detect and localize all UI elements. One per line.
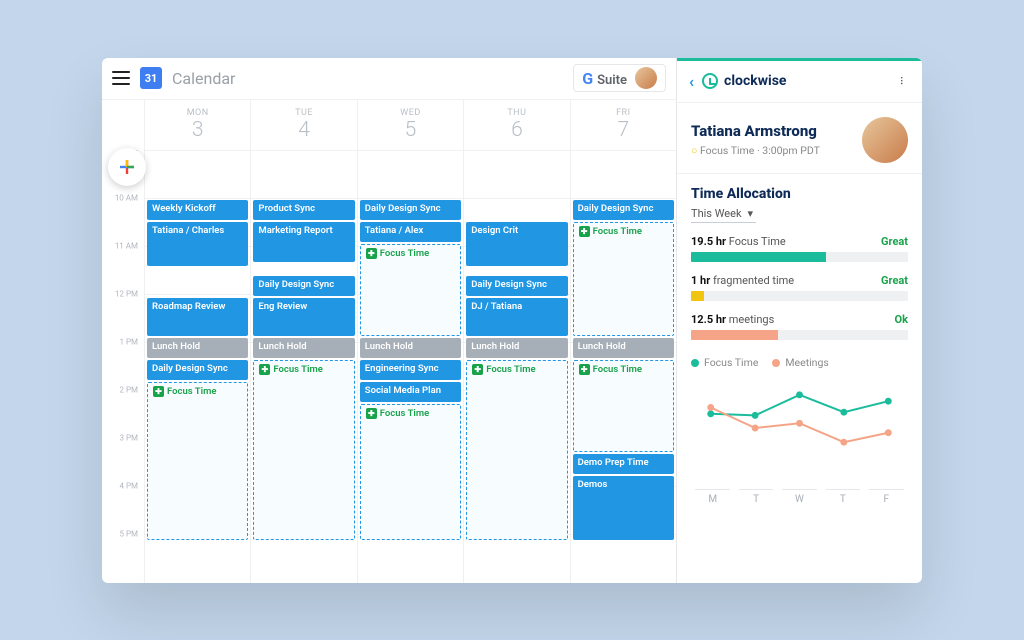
focus-time-block[interactable]: Focus Time (360, 244, 461, 336)
focus-time-block[interactable]: Focus Time (147, 382, 248, 540)
day-header-row: MON3TUE4WED5THU6FRI7 (102, 100, 676, 150)
calendar-body: MON3TUE4WED5THU6FRI7 9 AM10 AM11 AM12 PM… (102, 100, 676, 583)
focus-time-block[interactable]: Focus Time (253, 360, 354, 540)
clockwise-pane: ‹ clockwise … Tatiana Armstrong ○ Focus … (677, 58, 922, 583)
calendar-event[interactable]: Daily Design Sync (466, 276, 567, 296)
allocation-row: 19.5 hr Focus TimeGreat (691, 235, 908, 262)
calendar-event[interactable]: Eng Review (253, 298, 354, 336)
allocation-row: 12.5 hr meetingsOk (691, 313, 908, 340)
clockwise-logo: clockwise (702, 73, 786, 89)
calendar-event[interactable]: Demos (573, 476, 674, 540)
calendar-event[interactable]: Engineering Sync (360, 360, 461, 380)
kebab-menu-icon[interactable]: … (897, 76, 913, 86)
focus-time-block[interactable]: Focus Time (573, 222, 674, 336)
time-allocation-section: Time Allocation This Week ▾ 19.5 hr Focu… (677, 174, 922, 505)
day-column[interactable]: Product SyncMarketing Report Daily Design… (250, 150, 356, 583)
day-header[interactable]: TUE4 (250, 100, 356, 150)
time-gutter: 9 AM10 AM11 AM12 PM1 PM2 PM3 PM4 PM5 PM (102, 150, 144, 583)
allocation-row: 1 hr fragmented timeGreat (691, 274, 908, 301)
hour-label: 11 AM (115, 241, 138, 250)
calendar-event[interactable]: Design Crit (466, 222, 567, 266)
hour-label: 4 PM (119, 481, 138, 490)
user-avatar[interactable] (862, 117, 908, 163)
app-title: Calendar (172, 69, 235, 88)
focus-time-block[interactable]: Focus Time (360, 404, 461, 540)
day-column[interactable]: Design Crit Daily Design SyncDJ / Tatiana… (463, 150, 569, 583)
profile-block: Tatiana Armstrong ○ Focus Time · 3:00pm … (677, 103, 922, 174)
calendar-event[interactable]: Daily Design Sync (573, 200, 674, 220)
day-column[interactable]: Daily Design SyncFocus TimeLunch HoldFoc… (570, 150, 676, 583)
calendar-event[interactable]: Daily Design Sync (253, 276, 354, 296)
calendar-grid[interactable]: 9 AM10 AM11 AM12 PM1 PM2 PM3 PM4 PM5 PM … (102, 150, 676, 583)
user-status: ○ Focus Time · 3:00pm PDT (691, 144, 852, 157)
calendar-event[interactable]: Daily Design Sync (147, 360, 248, 380)
day-header[interactable]: FRI7 (570, 100, 676, 150)
gcal-icon: 31 (140, 67, 162, 89)
calendar-event[interactable]: Lunch Hold (147, 338, 248, 358)
avatar[interactable] (635, 67, 657, 89)
calendar-event[interactable]: Lunch Hold (360, 338, 461, 358)
day-column[interactable]: Weekly KickoffTatiana / Charles Roadmap R… (144, 150, 250, 583)
day-header[interactable]: WED5 (357, 100, 463, 150)
hour-label: 5 PM (119, 529, 138, 538)
hour-label: 3 PM (119, 433, 138, 442)
back-chevron-icon[interactable]: ‹ (689, 72, 694, 91)
calendar-pane: 31 Calendar G Suite MON3TUE4WED5THU6FRI7… (102, 58, 677, 583)
calendar-event[interactable]: Product Sync (253, 200, 354, 220)
create-event-fab[interactable] (108, 148, 146, 186)
calendar-event[interactable]: Social Media Plan (360, 382, 461, 402)
hour-label: 1 PM (119, 337, 138, 346)
user-name: Tatiana Armstrong (691, 122, 852, 140)
hour-label: 2 PM (119, 385, 138, 394)
clock-icon (702, 73, 718, 89)
day-column[interactable]: Daily Design SyncTatiana / AlexFocus Tim… (357, 150, 463, 583)
section-title: Time Allocation (691, 186, 908, 202)
calendar-event[interactable]: Roadmap Review (147, 298, 248, 336)
focus-time-block[interactable]: Focus Time (466, 360, 567, 540)
calendar-event[interactable]: DJ / Tatiana (466, 298, 567, 336)
calendar-event[interactable]: Marketing Report (253, 222, 354, 262)
gsuite-switcher[interactable]: G Suite (573, 64, 666, 92)
hamburger-icon[interactable] (112, 71, 130, 85)
calendar-topbar: 31 Calendar G Suite (102, 58, 676, 100)
chevron-down-icon: ▾ (748, 207, 754, 220)
calendar-event[interactable]: Lunch Hold (253, 338, 354, 358)
focus-time-block[interactable]: Focus Time (573, 360, 674, 452)
calendar-event[interactable]: Demo Prep Time (573, 454, 674, 474)
calendar-event[interactable]: Tatiana / Alex (360, 222, 461, 242)
day-header[interactable]: THU6 (463, 100, 569, 150)
trend-chart (691, 373, 908, 483)
calendar-event[interactable]: Tatiana / Charles (147, 222, 248, 266)
day-header[interactable]: MON3 (144, 100, 250, 150)
calendar-event[interactable]: Lunch Hold (466, 338, 567, 358)
range-picker[interactable]: This Week ▾ (691, 206, 756, 223)
calendar-event[interactable]: Weekly Kickoff (147, 200, 248, 220)
hour-label: 12 PM (115, 289, 138, 298)
calendar-event[interactable]: Lunch Hold (573, 338, 674, 358)
hour-label: 10 AM (115, 193, 138, 202)
chart-axis: MTWTF (691, 489, 908, 505)
app-window: 31 Calendar G Suite MON3TUE4WED5THU6FRI7… (102, 58, 922, 583)
clockwise-topbar: ‹ clockwise … (677, 61, 922, 103)
chart-legend: Focus Time Meetings (691, 356, 908, 369)
calendar-event[interactable]: Daily Design Sync (360, 200, 461, 220)
